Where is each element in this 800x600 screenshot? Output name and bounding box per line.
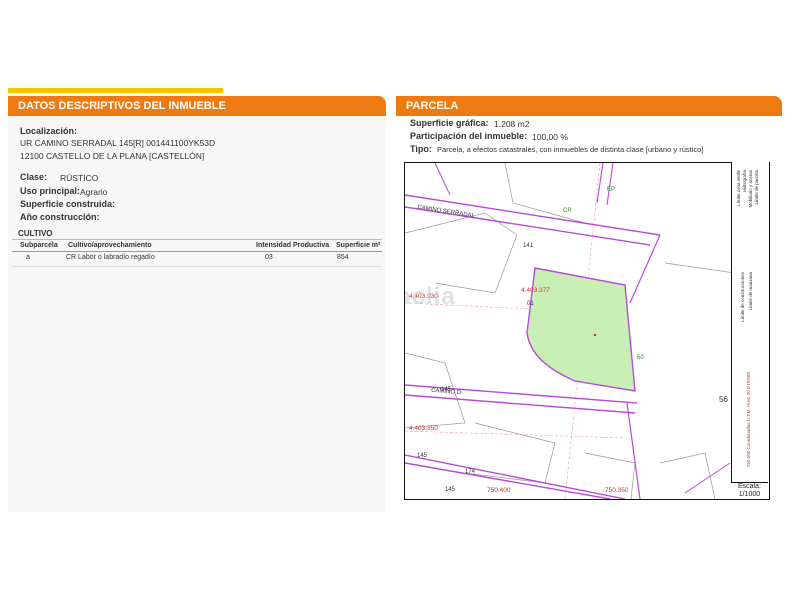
- col-header-cultivo: Cultivo/aprovechamiento: [68, 242, 152, 249]
- clase-value: RÚSTICO: [60, 173, 99, 183]
- legend-item-hidrografia: Hidrografía: [742, 170, 747, 193]
- street-number-141: 141: [523, 243, 534, 249]
- tipo-label: Tipo:: [410, 144, 432, 154]
- header-divider: [12, 251, 382, 252]
- superficie-construida-label: Superficie construida:: [20, 199, 116, 209]
- col-header-subparcela: Subparcela: [20, 242, 58, 249]
- participacion-label: Participación del inmueble:: [410, 131, 528, 141]
- superficie-grafica-label: Superficie gráfica:: [410, 118, 489, 128]
- descriptive-data-panel: DATOS DESCRIPTIVOS DEL INMUEBLE Localiza…: [8, 96, 386, 512]
- panel-header-descriptive: DATOS DESCRIPTIVOS DEL INMUEBLE: [8, 96, 386, 116]
- col-header-superficie: Superficie m²: [336, 242, 381, 249]
- coord-label-4: 750.400: [487, 487, 511, 494]
- cultivo-title: CULTIVO: [18, 229, 53, 238]
- accent-bar: [8, 88, 223, 93]
- panel-header-parcela: PARCELA: [396, 96, 782, 116]
- map-legend: Límite zona verde Hidrografía Mobiliario…: [731, 162, 769, 498]
- scale-value: 1/1000: [738, 491, 761, 498]
- table-row: a CR Labor o labradío regadío 03 854: [8, 254, 386, 266]
- street-number-145-a: 145: [441, 387, 452, 393]
- localizacion-label: Localización:: [20, 126, 78, 136]
- label-60: 60: [637, 355, 644, 361]
- cell-intensidad: 03: [265, 254, 273, 261]
- address-line-2: 12100 CASTELLO DE LA PLANA [CASTELLÓN]: [20, 151, 205, 161]
- street-number-145-b: 145: [417, 453, 428, 459]
- coord-label-5: 750.350: [605, 487, 629, 494]
- uso-value: Agrario: [80, 187, 108, 197]
- legend-coords-note: 750.500 Coordenadas U.T.M. Huso 30 ETRS8…: [746, 372, 751, 468]
- legend-item-mobiliario: Mobiliario y aceras: [748, 170, 753, 208]
- legend-item-limite-manzana: Límite de manzana: [748, 272, 753, 311]
- block-number-56: 56: [719, 395, 728, 404]
- legend-item-limite-construcciones: Límite de construcciones: [740, 272, 745, 322]
- scale-box: Escala: 1/1000: [731, 482, 768, 499]
- watermark: habitaclia: [405, 283, 456, 310]
- label-cr: CR: [563, 208, 572, 214]
- street-number-145-c: 145: [445, 487, 456, 493]
- coord-label-3: 4.403.377: [521, 287, 550, 294]
- row-divider: [12, 266, 382, 267]
- cell-cultivo: CR Labor o labradío regadío: [66, 254, 155, 261]
- uso-label: Uso principal:: [20, 186, 81, 196]
- clase-label: Clase:: [20, 172, 48, 182]
- cell-subparcela: a: [26, 254, 30, 261]
- tipo-value: Parcela, a efectos catastrales, con inmu…: [437, 145, 704, 154]
- address-line-1: UR CAMINO SERRADAL 145[R] 001441100YK53D: [20, 138, 216, 148]
- cell-superficie: 854: [337, 254, 349, 261]
- label-ep: EP: [607, 187, 616, 193]
- scale-label: Escala:: [738, 483, 761, 490]
- cultivo-divider: [12, 239, 382, 240]
- street-number-174: 174: [465, 469, 476, 475]
- legend-item-limite-zona-verde: Límite zona verde: [736, 170, 741, 206]
- col-header-intensidad: Intensidad Productiva: [256, 242, 330, 249]
- cadastral-map[interactable]: CAMINO SERRADAL 141 CAMINO D 145 145 174…: [404, 162, 770, 500]
- parcel-number-01: 01: [527, 301, 534, 307]
- superficie-grafica-value: 1.208 m2: [494, 119, 530, 129]
- anio-construccion-label: Año construcción:: [20, 212, 100, 222]
- participacion-value: 100,00 %: [532, 132, 568, 142]
- coord-label-2: 4.403.850: [409, 425, 438, 432]
- legend-item-limite-parcela: Límite de parcela: [754, 170, 759, 205]
